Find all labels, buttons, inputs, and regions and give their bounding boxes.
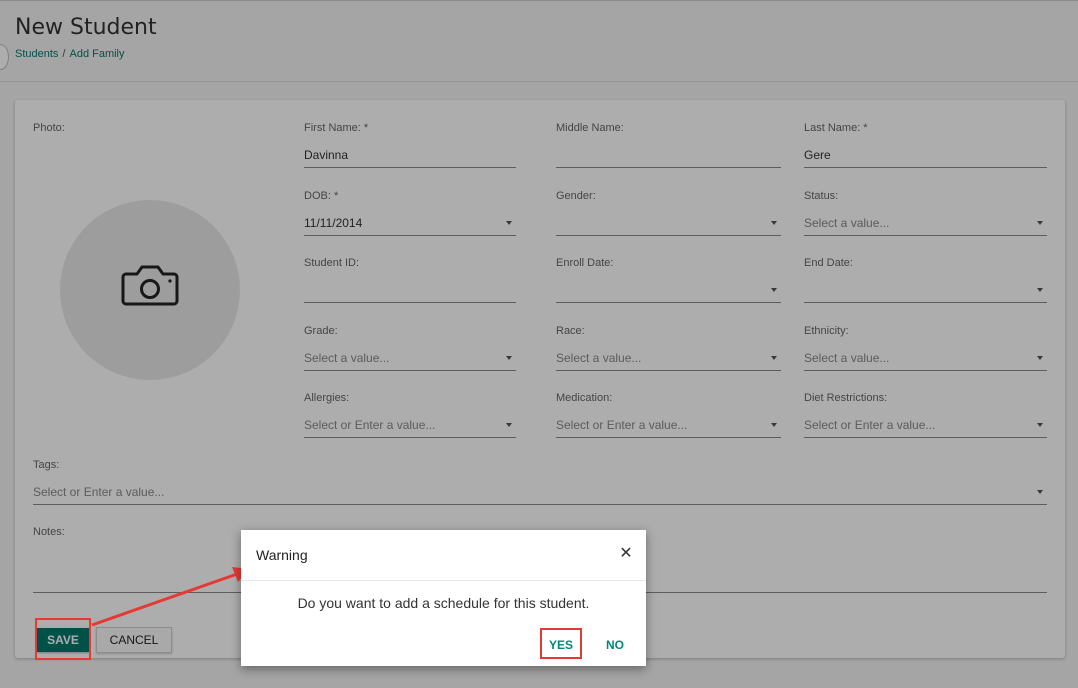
warning-dialog: Warning ✕ Do you want to add a schedule …	[241, 530, 646, 666]
yes-highlight-box	[540, 628, 582, 659]
dialog-divider	[241, 580, 646, 581]
no-button[interactable]: NO	[597, 631, 633, 659]
close-icon[interactable]: ✕	[617, 545, 635, 563]
dialog-title: Warning	[256, 547, 308, 563]
dialog-message: Do you want to add a schedule for this s…	[297, 595, 590, 611]
